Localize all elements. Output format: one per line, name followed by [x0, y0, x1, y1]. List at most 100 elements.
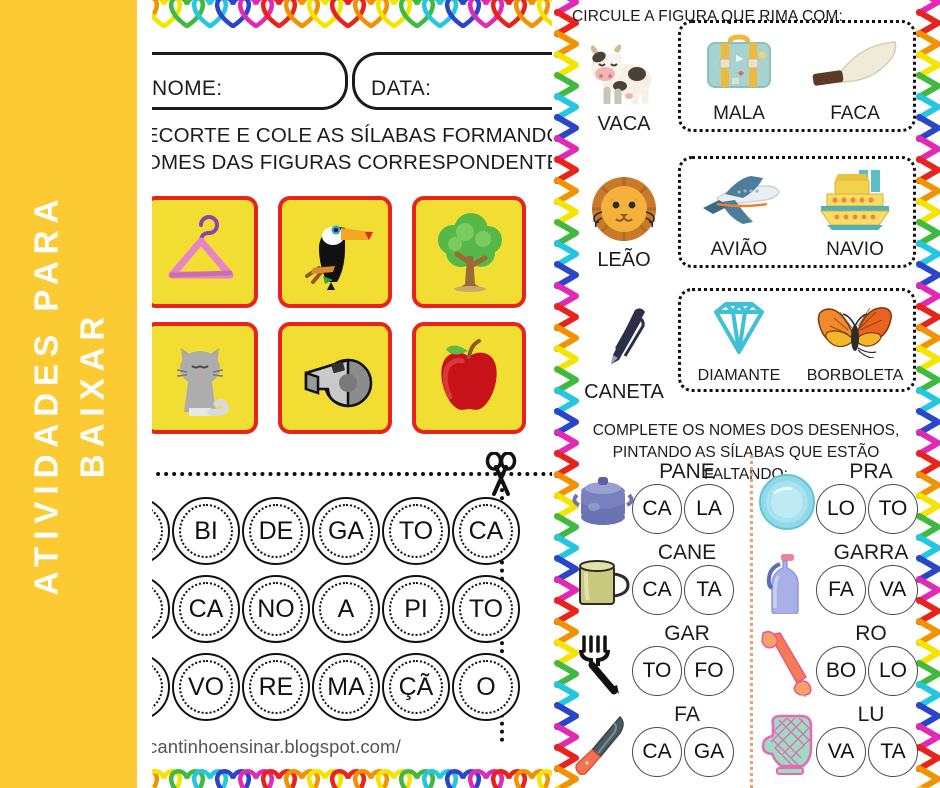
data-field[interactable]: DATA: — [352, 52, 552, 110]
syllable-circle[interactable]: ÇÃ — [382, 653, 450, 721]
syllable-choice[interactable]: CA — [632, 565, 682, 615]
rhyme-row-3: CANETA DIAMANTE BORBOLETA — [570, 282, 920, 410]
syllable-choices: VA TA — [816, 727, 918, 777]
complete-word-item: GAR TO FO — [570, 622, 742, 704]
rhyme-cue-label: LEÃO — [597, 249, 651, 271]
rolling-pin-icon — [754, 628, 820, 700]
rhyme-option-navio[interactable]: NAVIO — [801, 161, 909, 261]
syllable-circle[interactable]: NO — [242, 575, 310, 643]
syllable-choices: TO FO — [632, 646, 734, 696]
syllable-choice[interactable]: LO — [868, 646, 918, 696]
syllable-choices: CA TA — [632, 565, 734, 615]
suitcase-icon — [702, 25, 776, 101]
syllable-choice[interactable]: TO — [632, 646, 682, 696]
picture-card-tree[interactable] — [412, 196, 526, 308]
rhyme-row-1: VACA MALA FACA — [570, 14, 920, 142]
syllable-choice[interactable]: LO — [816, 484, 866, 534]
left-instruction: RECORTE E COLE AS SÍLABAS FORMANDO OS NO… — [152, 122, 552, 176]
syllable-circle[interactable]: CA — [452, 497, 520, 565]
syllable-choice[interactable]: FO — [684, 646, 734, 696]
syllable-choice[interactable]: CA — [632, 727, 682, 777]
syllable-circle[interactable]: R — [152, 653, 170, 721]
blog-url: cantinhoensinar.blogspot.com/ — [152, 736, 401, 757]
syllable-choice[interactable]: TO — [868, 484, 918, 534]
syllable-circle[interactable]: TO — [452, 575, 520, 643]
plate-icon — [754, 466, 820, 538]
picture-card-apple[interactable] — [412, 322, 526, 434]
picture-card-hanger[interactable] — [152, 196, 258, 308]
syllable-choice[interactable]: TA — [868, 727, 918, 777]
complete-word-item: GARRA FA VA — [754, 541, 926, 623]
syllable-circle[interactable]: PI — [382, 575, 450, 643]
rhyme-options-3: DIAMANTE BORBOLETA — [678, 288, 916, 392]
syllable-choice[interactable]: BO — [816, 646, 866, 696]
syllable-choices: FA VA — [816, 565, 918, 615]
syllable-circle[interactable]: MA — [312, 653, 380, 721]
syllable-label: DE — [258, 516, 294, 545]
knife-icon — [809, 25, 901, 101]
picture-card-cat[interactable] — [152, 322, 258, 434]
syllable-choice[interactable]: CA — [632, 484, 682, 534]
nome-field[interactable]: NOME: — [152, 52, 348, 110]
nome-label: NOME: — [152, 77, 223, 100]
pen-icon — [593, 303, 655, 379]
picture-card-whistle[interactable] — [278, 322, 392, 434]
airplane-icon — [695, 161, 783, 237]
syllable-label: TO — [398, 516, 434, 545]
syllable-circle[interactable]: DE — [242, 497, 310, 565]
syllable-label: PI — [404, 594, 428, 623]
rhyme-cue-leao: LEÃO — [576, 154, 672, 272]
rhyme-row-2: LEÃO AVIÃO NAVIO — [570, 150, 920, 278]
syllable-circle[interactable]: CA — [172, 575, 240, 643]
syllable-circle[interactable]: VO — [172, 653, 240, 721]
syllable-circle[interactable]: TO — [382, 497, 450, 565]
syllable-label: CA — [188, 594, 224, 623]
mug-icon — [570, 547, 636, 619]
syllable-label: RE — [258, 672, 294, 701]
rhyme-option-faca[interactable]: FACA — [801, 25, 909, 125]
syllable-circle[interactable]: RE — [242, 653, 310, 721]
bottle-icon — [754, 547, 820, 619]
right-worksheet: CIRCULE A FIGURA QUE RIMA COM: VACA MALA… — [552, 0, 940, 788]
knife2-icon — [570, 709, 636, 781]
syllable-label: TO — [468, 594, 504, 623]
complete-word-item: CANE CA TA — [570, 541, 742, 623]
syllable-circle[interactable]: O — [452, 653, 520, 721]
left-instruction-line1: RECORTE E COLE AS SÍLABAS FORMANDO OS — [152, 124, 552, 147]
picture-card-toucan[interactable] — [278, 196, 392, 308]
complete-word-item: LU VA TA — [754, 703, 926, 785]
syllable-choice[interactable]: FA — [816, 565, 866, 615]
syllable-label: ÇÃ — [398, 672, 434, 701]
complete-word-item: PANE CA LA — [570, 460, 742, 542]
rhyme-option-borboleta[interactable]: BORBOLETA — [801, 289, 909, 385]
syllable-circle[interactable]: GA — [312, 497, 380, 565]
syllable-choices: BO LO — [816, 646, 918, 696]
rhyme-options-2: AVIÃO NAVIO — [678, 156, 916, 268]
syllable-circle[interactable]: A — [312, 575, 380, 643]
exercise2-title-line1: COMPLETE OS NOMES DOS DESENHOS, — [592, 422, 900, 439]
side-banner-line2: BAIXAR — [72, 309, 110, 479]
complete-word-text: PRA — [849, 460, 893, 483]
syllable-choices: CA LA — [632, 484, 734, 534]
rhyme-option-label: DIAMANTE — [697, 367, 781, 384]
syllable-choice[interactable]: VA — [816, 727, 866, 777]
syllable-circle[interactable]: A — [152, 497, 170, 565]
syllable-circle[interactable]: U — [152, 575, 170, 643]
exercise2-divider — [750, 455, 753, 788]
left-instruction-line2: NOMES DAS FIGURAS CORRESPONDENTES: — [152, 151, 552, 175]
rhyme-option-aviao[interactable]: AVIÃO — [685, 161, 793, 261]
data-label: DATA: — [371, 77, 432, 100]
cat-icon — [176, 348, 229, 416]
rhyme-option-diamante[interactable]: DIAMANTE — [685, 289, 793, 385]
fork-icon — [570, 628, 636, 700]
rhyme-cue-vaca: VACA — [576, 18, 672, 136]
syllable-choice[interactable]: LA — [684, 484, 734, 534]
cow-icon — [587, 35, 661, 111]
rhyme-options-1: MALA FACA — [678, 20, 916, 132]
syllable-choice[interactable]: VA — [868, 565, 918, 615]
heart-border-bottom — [152, 766, 552, 788]
syllable-circle[interactable]: BI — [172, 497, 240, 565]
syllable-choice[interactable]: TA — [684, 565, 734, 615]
rhyme-option-mala[interactable]: MALA — [685, 25, 793, 125]
syllable-choice[interactable]: GA — [684, 727, 734, 777]
